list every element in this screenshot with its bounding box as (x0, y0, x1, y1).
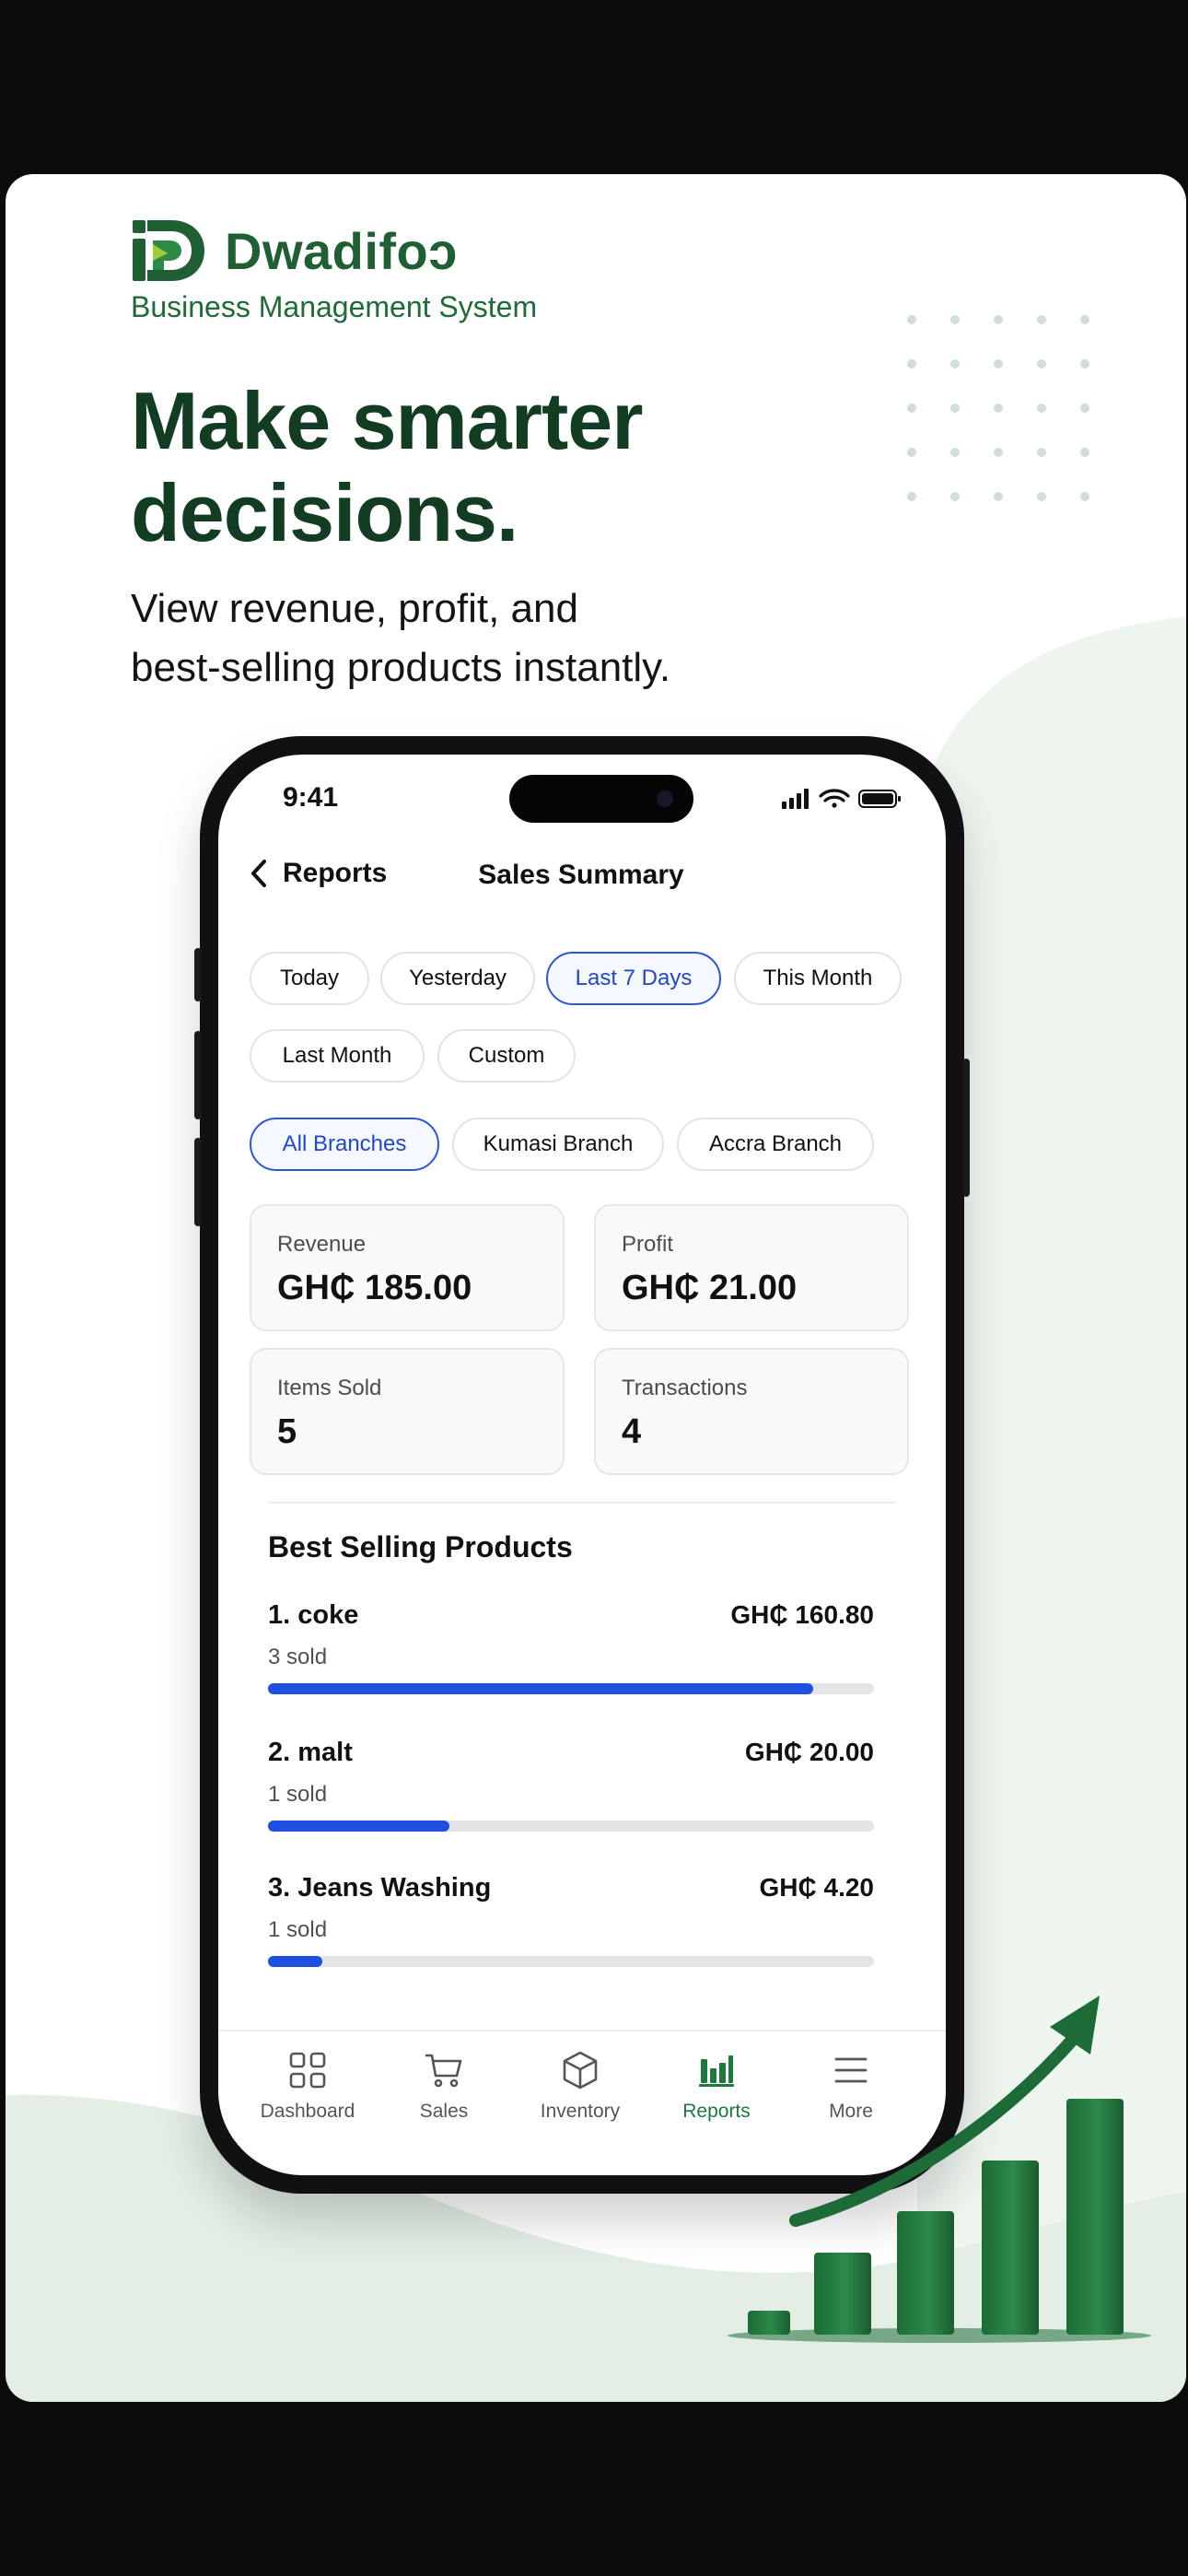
progress-fill (268, 1821, 450, 1832)
decorative-dot-grid (907, 315, 1124, 536)
filter-today[interactable]: Today (250, 952, 369, 1005)
list-item[interactable]: 1. coke GH₵ 160.80 3 sold (268, 1600, 874, 1702)
stat-label: Revenue (277, 1232, 367, 1257)
stat-items-sold: Items Sold 5 (250, 1348, 565, 1475)
progress-fill (268, 1683, 814, 1694)
growth-chart-illustration (728, 1996, 1151, 2343)
stat-transactions: Transactions 4 (594, 1348, 909, 1475)
filter-yesterday[interactable]: Yesterday (380, 952, 535, 1005)
signal-icon (782, 789, 809, 809)
product-name: 2. malt (268, 1738, 353, 1767)
headline-line-1: Make smarter (131, 375, 643, 466)
stat-value: 5 (277, 1412, 297, 1451)
filter-last-7-days[interactable]: Last 7 Days (546, 952, 721, 1005)
tab-label: Sales (419, 2101, 469, 2122)
list-item[interactable]: 3. Jeans Washing GH₵ 4.20 1 sold (268, 1873, 874, 1974)
stat-label: Items Sold (277, 1376, 382, 1400)
phone-screen: 9:41 Reports Sales Summary Today Yesterd… (218, 755, 946, 2175)
status-time: 9:41 (283, 782, 339, 813)
box-icon (563, 2051, 598, 2090)
branch-accra[interactable]: Accra Branch (677, 1118, 874, 1171)
list-item[interactable]: 2. malt GH₵ 20.00 1 sold (268, 1738, 874, 1839)
page-title: Sales Summary (478, 860, 684, 890)
tab-sales[interactable]: Sales (375, 2050, 513, 2123)
product-name: 1. coke (268, 1600, 359, 1630)
progress-track (268, 1683, 874, 1694)
phone-mockup: 9:41 Reports Sales Summary Today Yesterd… (194, 736, 970, 2194)
stat-value: GH₵ 21.00 (622, 1269, 798, 1307)
cart-icon (425, 2054, 462, 2088)
headline: Make smarter decisions. (131, 375, 643, 559)
subhead-line-2: best-selling products instantly. (131, 645, 671, 690)
dynamic-island (509, 775, 693, 823)
product-amount: GH₵ 20.00 (744, 1738, 874, 1766)
brand-name: Dwadifoɔ (225, 221, 458, 280)
headline-line-2: decisions. (131, 467, 518, 558)
tab-label: Inventory (540, 2101, 621, 2122)
stat-label: Profit (622, 1232, 674, 1257)
product-amount: GH₵ 4.20 (759, 1873, 875, 1902)
product-name: 3. Jeans Washing (268, 1873, 492, 1903)
product-sold: 1 sold (268, 1917, 328, 1942)
progress-fill (268, 1956, 323, 1967)
battery-icon (858, 790, 901, 808)
stat-profit: Profit GH₵ 21.00 (594, 1204, 909, 1331)
tab-label: Dashboard (260, 2101, 355, 2122)
tab-inventory[interactable]: Inventory (511, 2050, 649, 2123)
branch-all[interactable]: All Branches (250, 1118, 439, 1171)
product-sold: 3 sold (268, 1645, 328, 1669)
product-amount: GH₵ 160.80 (730, 1600, 874, 1629)
product-sold: 1 sold (268, 1782, 328, 1807)
filter-last-month[interactable]: Last Month (250, 1029, 425, 1083)
subhead-line-1: View revenue, profit, and (131, 586, 578, 631)
grid-icon (289, 2052, 326, 2089)
brand-block: Dwadifoɔ Business Management System (131, 217, 537, 324)
stat-value: GH₵ 185.00 (277, 1269, 472, 1307)
best-selling-title: Best Selling Products (268, 1530, 573, 1563)
filter-custom[interactable]: Custom (437, 1029, 576, 1083)
status-icons (782, 789, 901, 809)
brand-logo-icon (133, 220, 204, 281)
progress-track (268, 1821, 874, 1832)
nav-bar: Reports Sales Summary (250, 854, 913, 909)
stat-revenue: Revenue GH₵ 185.00 (250, 1204, 565, 1331)
stat-label: Transactions (622, 1376, 748, 1400)
stat-value: 4 (622, 1412, 642, 1451)
progress-track (268, 1956, 874, 1967)
wifi-icon (819, 789, 850, 808)
subheadline: View revenue, profit, and best-selling p… (131, 580, 670, 697)
tab-dashboard[interactable]: Dashboard (239, 2050, 377, 2123)
section-divider (268, 1502, 896, 1504)
branch-kumasi[interactable]: Kumasi Branch (452, 1118, 664, 1171)
brand-tagline: Business Management System (131, 290, 538, 323)
filter-this-month[interactable]: This Month (734, 952, 902, 1005)
